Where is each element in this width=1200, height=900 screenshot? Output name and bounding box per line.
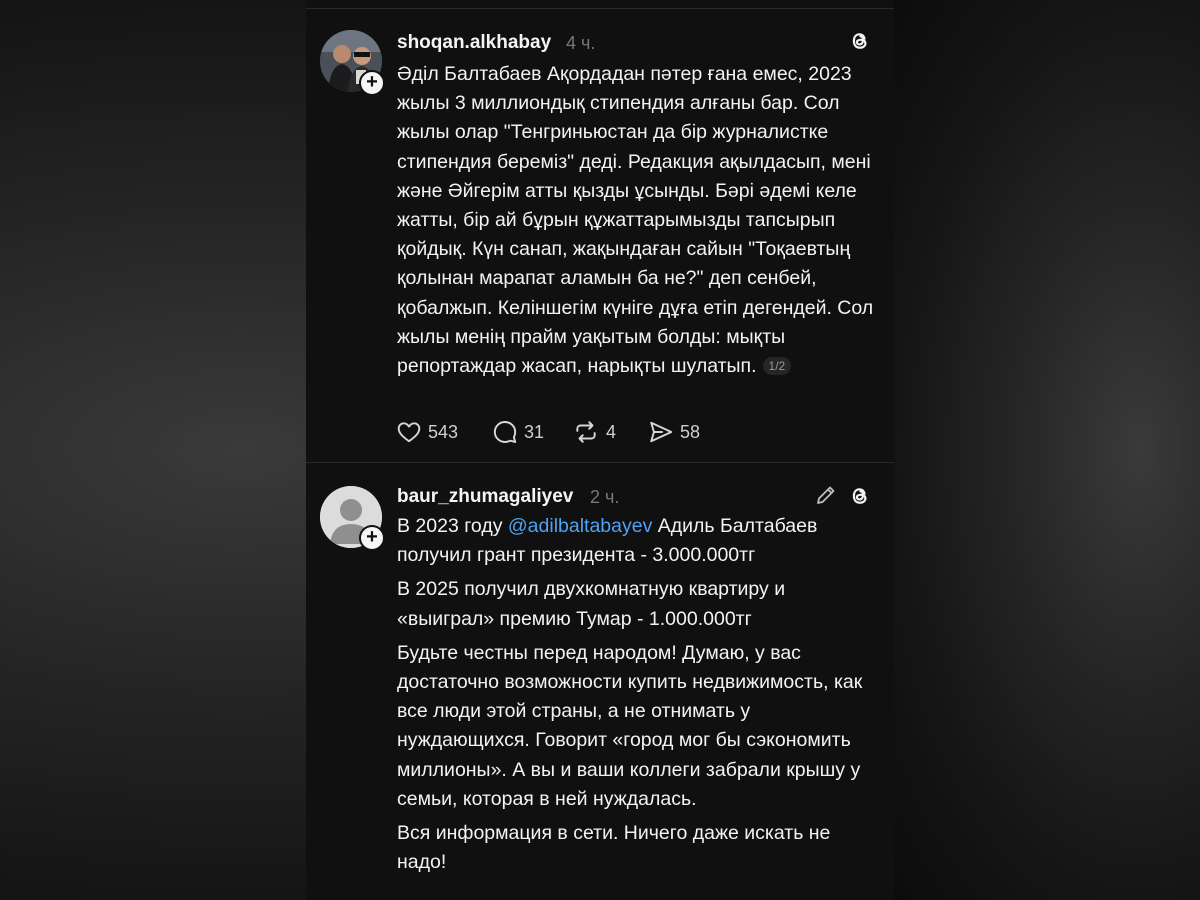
backdrop-right [894,0,1200,900]
post-paragraph: Будьте честны перед народом! Думаю, у ва… [397,641,863,810]
post-paragraph: В 2023 году @adilbaltabayev Адиль Балтаб… [397,512,877,570]
reply-count: 31 [524,421,545,442]
repost-button[interactable]: 4 [572,418,616,446]
like-count: 543 [428,421,459,442]
paper-plane-icon [650,421,673,443]
like-button[interactable]: 543 [396,418,458,446]
repost-arrows-icon [576,421,596,443]
post-timestamp: 2 ч. [590,487,620,507]
threads-logo-icon[interactable] [848,29,872,53]
follow-plus-button[interactable]: + [359,525,385,551]
post-username[interactable]: baur_zhumagaliyev [397,486,573,508]
top-divider [306,8,894,9]
share-button[interactable]: 58 [648,418,700,446]
pencil-icon[interactable] [814,483,838,507]
follow-plus-button[interactable]: + [359,70,385,96]
reply-button[interactable]: 31 [492,418,544,446]
post-paragraph: Вся информация в сети. Ничего даже искат… [397,822,831,874]
heart-icon [397,422,421,443]
repost-count: 4 [606,421,617,442]
post-username[interactable]: shoqan.alkhabay [397,32,551,54]
post-paragraph: В 2025 получил двухкомнатную квартиру и … [397,578,786,630]
share-count: 58 [680,421,701,442]
post-divider [306,462,894,463]
mention-link[interactable]: @adilbaltabayev [508,515,652,537]
post-timestamp: 4 ч. [566,33,596,53]
threads-logo-icon[interactable] [848,484,872,508]
post-body-text: Әділ Балтабаев Ақордадан пәтер ғана емес… [397,63,874,378]
post-text-segment: В 2023 году [397,515,508,537]
threads-feed: + shoqan.alkhabay 4 ч. Әділ Балтабаев Ақ… [306,0,894,900]
post-body: Әділ Балтабаев Ақордадан пәтер ғана емес… [397,60,877,381]
thread-page-indicator: 1/2 [762,357,792,376]
speech-bubble-icon [493,421,517,443]
post-body: В 2023 году @adilbaltabayev Адиль Балтаб… [397,512,877,882]
